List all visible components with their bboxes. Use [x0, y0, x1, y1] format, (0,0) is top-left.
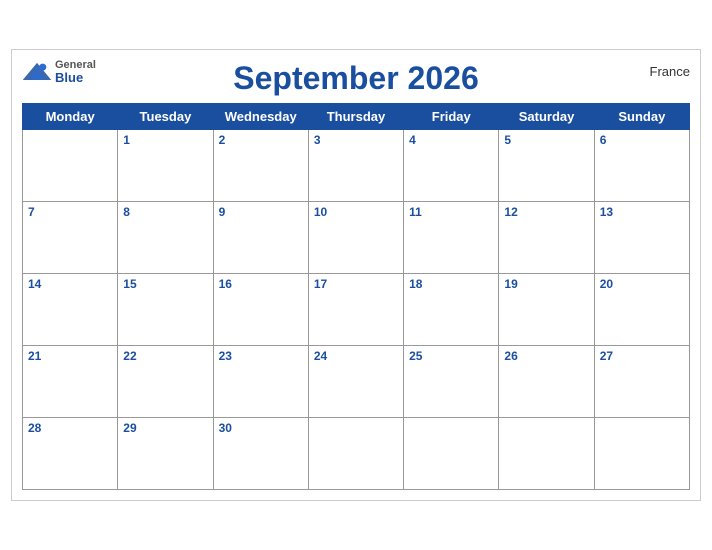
day-number: 30 — [219, 421, 232, 435]
header-friday: Friday — [404, 104, 499, 130]
table-row: 18 — [404, 274, 499, 346]
table-row: 1 — [118, 130, 213, 202]
country-label: France — [650, 64, 690, 79]
day-number: 13 — [600, 205, 613, 219]
day-number: 9 — [219, 205, 226, 219]
header-tuesday: Tuesday — [118, 104, 213, 130]
day-number: 3 — [314, 133, 321, 147]
header-sunday: Sunday — [594, 104, 689, 130]
day-number: 23 — [219, 349, 232, 363]
table-row — [594, 418, 689, 490]
day-number: 7 — [28, 205, 35, 219]
logo-area: General Blue — [22, 60, 96, 84]
day-number: 6 — [600, 133, 607, 147]
day-number: 16 — [219, 277, 232, 291]
table-row: 12 — [499, 202, 594, 274]
table-row — [308, 418, 403, 490]
table-row: 4 — [404, 130, 499, 202]
day-number: 20 — [600, 277, 613, 291]
table-row: 14 — [23, 274, 118, 346]
table-row: 8 — [118, 202, 213, 274]
table-row: 6 — [594, 130, 689, 202]
day-number: 26 — [504, 349, 517, 363]
calendar-week-row: 21 22 23 24 25 26 27 — [23, 346, 690, 418]
table-row — [499, 418, 594, 490]
day-number: 21 — [28, 349, 41, 363]
calendar-week-row: 7 8 9 10 11 12 13 — [23, 202, 690, 274]
table-row: 21 — [23, 346, 118, 418]
calendar-week-row: 14 15 16 17 18 19 20 — [23, 274, 690, 346]
table-row: 16 — [213, 274, 308, 346]
day-number: 4 — [409, 133, 416, 147]
table-row: 10 — [308, 202, 403, 274]
day-number: 19 — [504, 277, 517, 291]
day-number: 14 — [28, 277, 41, 291]
table-row: 29 — [118, 418, 213, 490]
day-number: 12 — [504, 205, 517, 219]
table-row: 5 — [499, 130, 594, 202]
table-row: 26 — [499, 346, 594, 418]
day-number: 22 — [123, 349, 136, 363]
day-number: 10 — [314, 205, 327, 219]
table-row: 23 — [213, 346, 308, 418]
table-row: 17 — [308, 274, 403, 346]
header-monday: Monday — [23, 104, 118, 130]
table-row: 24 — [308, 346, 403, 418]
day-number: 15 — [123, 277, 136, 291]
day-number: 11 — [409, 205, 422, 219]
table-row: 25 — [404, 346, 499, 418]
day-number: 1 — [123, 133, 130, 147]
day-number: 27 — [600, 349, 613, 363]
header-wednesday: Wednesday — [213, 104, 308, 130]
day-number: 28 — [28, 421, 41, 435]
table-row: 27 — [594, 346, 689, 418]
calendar-week-row: 1 2 3 4 5 6 — [23, 130, 690, 202]
day-number: 18 — [409, 277, 422, 291]
day-number: 2 — [219, 133, 226, 147]
table-row: 22 — [118, 346, 213, 418]
day-number: 24 — [314, 349, 327, 363]
day-number: 25 — [409, 349, 422, 363]
table-row: 30 — [213, 418, 308, 490]
table-row: 7 — [23, 202, 118, 274]
calendar-container: General Blue September 2026 France Monda… — [11, 49, 701, 501]
table-row: 20 — [594, 274, 689, 346]
table-row: 9 — [213, 202, 308, 274]
table-row: 13 — [594, 202, 689, 274]
calendar-header: General Blue September 2026 France — [22, 60, 690, 97]
days-header-row: Monday Tuesday Wednesday Thursday Friday… — [23, 104, 690, 130]
table-row: 28 — [23, 418, 118, 490]
day-number: 17 — [314, 277, 327, 291]
table-row — [404, 418, 499, 490]
logo-bird-icon — [22, 60, 52, 80]
table-row: 19 — [499, 274, 594, 346]
table-row: 2 — [213, 130, 308, 202]
logo-blue-text: Blue — [55, 71, 96, 84]
calendar-title: September 2026 — [233, 60, 478, 97]
table-row: 11 — [404, 202, 499, 274]
table-row: 15 — [118, 274, 213, 346]
table-row — [23, 130, 118, 202]
table-row: 3 — [308, 130, 403, 202]
day-number: 8 — [123, 205, 130, 219]
calendar-table: Monday Tuesday Wednesday Thursday Friday… — [22, 103, 690, 490]
day-number: 29 — [123, 421, 136, 435]
header-thursday: Thursday — [308, 104, 403, 130]
header-saturday: Saturday — [499, 104, 594, 130]
calendar-week-row: 28 29 30 — [23, 418, 690, 490]
day-number: 5 — [504, 133, 511, 147]
